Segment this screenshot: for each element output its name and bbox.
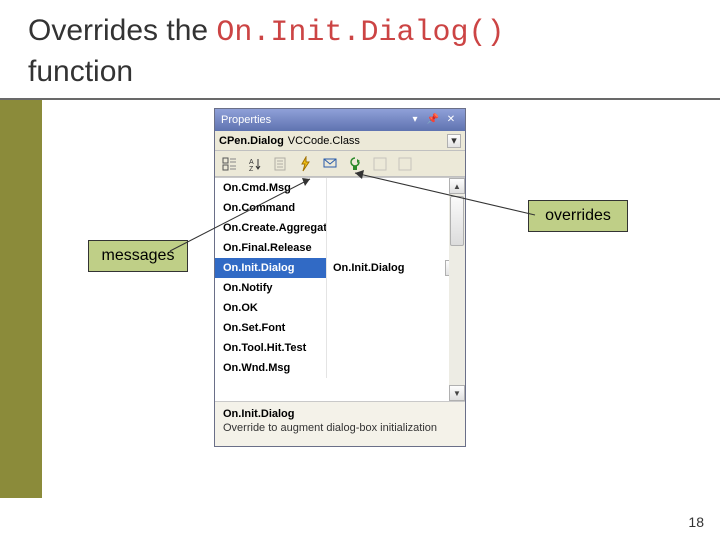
list-item[interactable]: On.Notify [215, 278, 465, 298]
dropdown-icon[interactable]: ▾ [407, 112, 423, 128]
categorized-button[interactable] [219, 153, 241, 175]
page-number: 18 [688, 514, 704, 530]
description-pane: On.Init.Dialog Override to augment dialo… [215, 402, 465, 446]
list-item-selected[interactable]: On.Init.Dialog On.Init.Dialog▾ [215, 258, 465, 278]
events-button[interactable] [294, 153, 316, 175]
chevron-down-icon[interactable]: ▾ [447, 134, 461, 148]
scroll-track[interactable] [449, 194, 465, 385]
properties-button [269, 153, 291, 175]
properties-title-label: Properties [221, 114, 271, 126]
title-suffix: function [28, 55, 133, 88]
svg-text:A: A [249, 159, 254, 166]
messages-button[interactable] [319, 153, 341, 175]
desc-heading: On.Init.Dialog [223, 408, 457, 420]
list-item[interactable]: On.Wnd.Msg [215, 358, 465, 378]
properties-panel: Properties ▾ 📌 ✕ CPen.Dialog VCCode.Clas… [214, 108, 466, 447]
callout-overrides: overrides [528, 200, 628, 232]
alphabetical-button[interactable]: AZ [244, 153, 266, 175]
accent-bar [0, 100, 42, 498]
class-name: CPen.Dialog [219, 135, 284, 147]
class-selector[interactable]: CPen.Dialog VCCode.Class ▾ [215, 131, 465, 151]
svg-text:Z: Z [249, 166, 254, 172]
arrow-overrides [350, 170, 540, 220]
title-prefix: Overrides the [28, 14, 216, 47]
list-item[interactable]: On.OK [215, 298, 465, 318]
scroll-down-button[interactable]: ▼ [449, 385, 465, 401]
close-icon[interactable]: ✕ [443, 112, 459, 128]
class-type: VCCode.Class [288, 135, 360, 147]
arrow-messages [170, 175, 320, 255]
slide-title: Overrides the On.Init.Dialog() function [28, 12, 504, 90]
title-code: On.Init.Dialog() [216, 16, 504, 50]
list-item[interactable]: On.Set.Font [215, 318, 465, 338]
desc-text: Override to augment dialog-box initializ… [223, 422, 457, 436]
title-underline [0, 98, 720, 100]
pin-icon[interactable]: 📌 [425, 112, 441, 128]
properties-titlebar[interactable]: Properties ▾ 📌 ✕ [215, 109, 465, 131]
list-item[interactable]: On.Tool.Hit.Test [215, 338, 465, 358]
